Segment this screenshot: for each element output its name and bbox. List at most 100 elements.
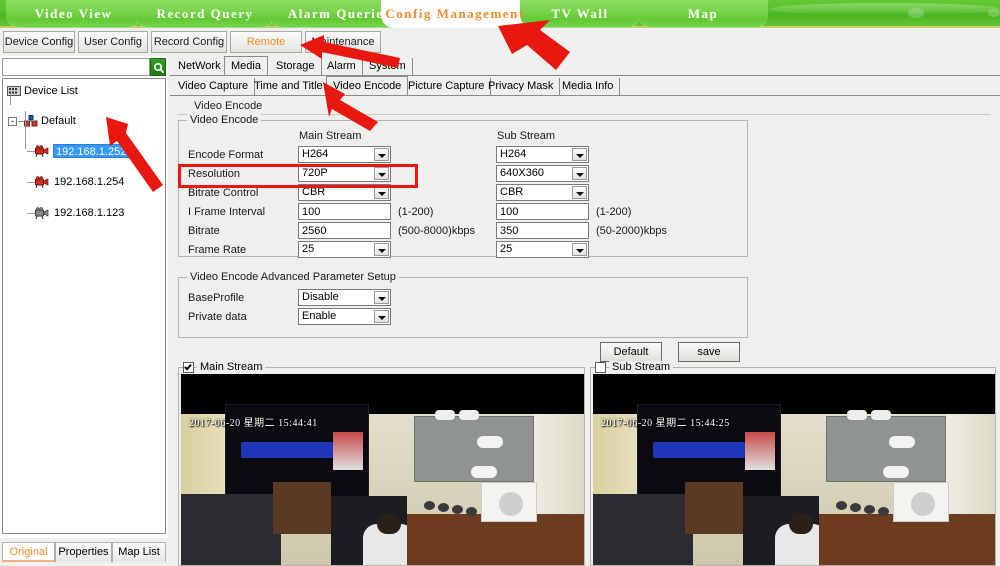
label-resolution: Resolution xyxy=(188,168,240,180)
video-tv-thumb xyxy=(745,432,775,470)
select-frame-rate-sub[interactable]: 25 xyxy=(496,241,589,258)
nav-tab-map[interactable]: Map xyxy=(638,0,768,28)
video-dome-row-b xyxy=(850,503,861,512)
label-bitrate-control: Bitrate Control xyxy=(188,187,259,199)
main-stream-preview-panel: Main Stream 2017-06-20 星期二 15:44:41 xyxy=(178,361,585,566)
tree-device-192-168-1-252[interactable]: 192.168.1.252 xyxy=(5,144,163,159)
tree-expander-default[interactable]: - xyxy=(8,117,17,126)
tab-picture-capture[interactable]: Picture Capture xyxy=(402,78,492,95)
tab-privacy-mask[interactable]: Privacy Mask xyxy=(482,78,561,95)
select-value: 720P xyxy=(302,167,328,179)
sidebar-tab-label: Map List xyxy=(118,546,160,558)
nav-tab-config-management[interactable]: Config Management xyxy=(381,0,529,28)
sub-stream-checkbox[interactable] xyxy=(595,362,606,373)
tab-row-divider xyxy=(170,95,1000,96)
nav-tab-label: Map xyxy=(687,6,719,21)
tab-label: Storage xyxy=(276,60,315,72)
tab-system[interactable]: System xyxy=(363,58,413,75)
tree-group-default[interactable]: - Default xyxy=(5,114,163,129)
select-resolution-sub[interactable]: 640X360 xyxy=(496,165,589,182)
tab-network[interactable]: NetWork xyxy=(172,58,228,75)
chevron-down-icon[interactable] xyxy=(572,243,587,256)
subnav-maintenance[interactable]: Maintenance xyxy=(305,31,381,53)
tab-media-info[interactable]: Media Info xyxy=(556,78,621,95)
tree-device-192-168-1-254[interactable]: 192.168.1.254 xyxy=(5,175,163,190)
subnav-record-config[interactable]: Record Config xyxy=(151,31,227,53)
select-encode-format-main[interactable]: H264 xyxy=(298,146,391,163)
device-tree[interactable]: Device List - Default 192.168.1.252 192.… xyxy=(2,78,166,534)
video-cabinet xyxy=(273,482,331,534)
subnav-remote-config[interactable]: Remote Config xyxy=(230,31,302,69)
nav-tab-label: Video View xyxy=(34,6,113,21)
select-resolution-main[interactable]: 720P xyxy=(298,165,391,182)
select-encode-format-sub[interactable]: H264 xyxy=(496,146,589,163)
main-stream-video[interactable]: 2017-06-20 星期二 15:44:41 xyxy=(181,374,584,565)
chevron-down-icon[interactable] xyxy=(374,186,389,199)
tab-video-encode[interactable]: Video Encode xyxy=(326,76,409,95)
tab-label: Alarm xyxy=(327,60,356,72)
input-i-frame-interval-sub[interactable] xyxy=(496,203,589,220)
chevron-down-icon[interactable] xyxy=(572,148,587,161)
nav-tab-tv-wall[interactable]: TV Wall xyxy=(520,0,640,28)
tab-alarm[interactable]: Alarm xyxy=(321,58,363,75)
video-dome-row-a xyxy=(836,501,847,510)
sidebar-tab-original[interactable]: Original xyxy=(2,542,55,562)
search-input[interactable] xyxy=(2,58,150,76)
chevron-down-icon[interactable] xyxy=(572,186,587,199)
tab-label: System xyxy=(369,60,406,72)
chevron-down-icon[interactable] xyxy=(374,167,389,180)
tab-media[interactable]: Media xyxy=(224,56,268,75)
select-value: 25 xyxy=(500,243,513,255)
sidebar-tab-map-list[interactable]: Map List xyxy=(112,542,166,562)
label-encode-format: Encode Format xyxy=(188,149,264,161)
subnav-label: Maintenance xyxy=(311,36,375,48)
sidebar-tab-label: Properties xyxy=(58,546,109,558)
main-stream-checkbox[interactable] xyxy=(183,362,194,373)
tab-video-capture[interactable]: Video Capture xyxy=(172,78,256,95)
tab-label: Picture Capture xyxy=(408,80,485,92)
tree-connector xyxy=(27,182,35,183)
select-bitrate-control-sub[interactable]: CBR xyxy=(496,184,589,201)
subnav-device-config[interactable]: Device Config xyxy=(3,31,75,53)
main-stream-timestamp-overlay: 2017-06-20 星期二 15:44:41 xyxy=(189,418,318,429)
nav-tab-video-view[interactable]: Video View xyxy=(6,0,141,28)
select-value: 25 xyxy=(302,243,315,255)
select-value: CBR xyxy=(302,186,326,198)
video-test-chart-wheel xyxy=(911,492,935,516)
chevron-down-icon[interactable] xyxy=(374,243,389,256)
tree-device-192-168-1-123[interactable]: 192.168.1.123 xyxy=(5,206,163,221)
tab-time-and-title[interactable]: Time and Title xyxy=(248,78,330,95)
advanced-group-title: Video Encode Advanced Parameter Setup xyxy=(187,271,399,283)
chevron-down-icon[interactable] xyxy=(374,310,389,323)
select-frame-rate-main[interactable]: 25 xyxy=(298,241,391,258)
input-bitrate-main[interactable] xyxy=(298,222,391,239)
select-bitrate-control-main[interactable]: CBR xyxy=(298,184,391,201)
camera-icon-online xyxy=(35,145,49,158)
input-bitrate-sub[interactable] xyxy=(496,222,589,239)
nav-tab-record-query[interactable]: Record Query xyxy=(135,0,275,28)
video-dome-row-b xyxy=(438,503,449,512)
search-button[interactable] xyxy=(150,58,166,76)
main-content-panel: NetWork Media Storage Alarm System Video… xyxy=(170,56,1000,566)
select-base-profile[interactable]: Disable xyxy=(298,289,391,306)
subnav-user-config[interactable]: User Config xyxy=(78,31,148,53)
video-tv-thumb xyxy=(333,432,363,470)
chevron-down-icon[interactable] xyxy=(572,167,587,180)
tab-storage[interactable]: Storage xyxy=(270,58,322,75)
tree-device-label-selected: 192.168.1.252 xyxy=(53,144,130,158)
save-button[interactable]: save xyxy=(678,342,740,362)
chevron-down-icon[interactable] xyxy=(374,291,389,304)
video-monitor-left xyxy=(181,494,281,565)
sub-stream-video[interactable]: 2017-06-20 星期二 15:44:25 xyxy=(593,374,995,565)
chevron-down-icon[interactable] xyxy=(374,148,389,161)
input-i-frame-interval-main[interactable] xyxy=(298,203,391,220)
sub-stream-preview-panel: Sub Stream 2017-06-20 星期二 15:44:25 xyxy=(590,361,996,566)
sub-stream-timestamp-overlay: 2017-06-20 星期二 15:44:25 xyxy=(601,418,730,429)
default-button[interactable]: Default xyxy=(600,342,662,362)
sidebar-tab-properties[interactable]: Properties xyxy=(55,542,112,562)
select-private-data[interactable]: Enable xyxy=(298,308,391,325)
tab-label: Media Info xyxy=(562,80,614,92)
search-row xyxy=(2,58,166,76)
video-dome-row-c xyxy=(452,505,463,514)
tree-root-device-list[interactable]: Device List xyxy=(5,84,163,99)
